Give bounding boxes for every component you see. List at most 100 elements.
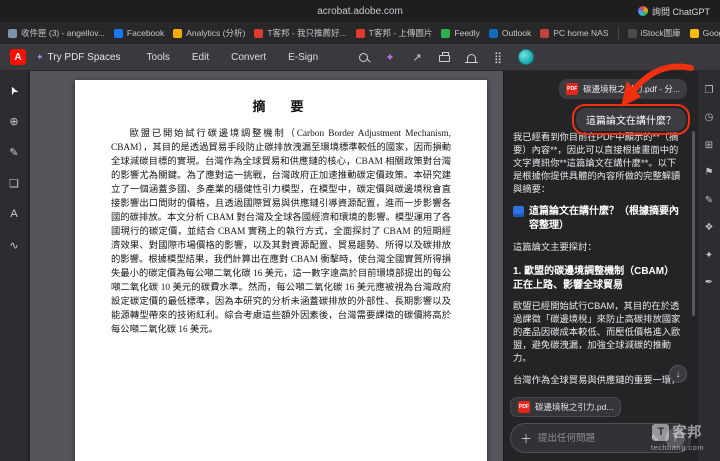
ai-response-lead: 這篇論文主要探討： (513, 242, 597, 252)
bookmark-favicon (173, 28, 183, 38)
bookmark-label: T客邦 - 上傳圖片 (368, 28, 433, 38)
panel-scrollbar[interactable] (692, 131, 695, 316)
edit-panel-icon[interactable]: ✎ (702, 193, 716, 207)
sparkle-icon: ✦ (36, 51, 44, 62)
bookmarks-bar: 收件匣 (3) - angellov... Facebook Analytics… (0, 22, 720, 44)
try-pdf-spaces-button[interactable]: ✦ Try PDF Spaces (36, 52, 121, 63)
bookmark-label: Outlook (501, 28, 532, 38)
bookmark-istock[interactable]: iStock圖庫 (627, 27, 681, 39)
thumbnails-panel-icon[interactable]: ❐ (702, 83, 716, 97)
bookmark-favicon (627, 28, 637, 38)
ai-response-intro: 我已經看到你目前在PDF中顯示的**（摘要）內容**，因此可以直接根據畫面中的文… (513, 132, 681, 194)
pdf-file-icon: PDF (518, 401, 530, 413)
bookmark-label: iStock圖庫 (640, 28, 681, 38)
bookmark-feedly[interactable]: Feedly (441, 28, 480, 38)
bookmark-favicon (113, 28, 123, 38)
menu-esign[interactable]: E-Sign (288, 52, 318, 63)
pdf-page: 摘 要 歐盟已開始試行碳邊境調整機制（Carbon Border Adjustm… (75, 80, 487, 461)
chatgpt-extension-badge[interactable]: 詢問 ChatGPT (637, 0, 710, 22)
point-1-title: 1. 歐盟的碳邊境調整機制（CBAM）正在上路、影響全球貿易 (513, 266, 675, 291)
user-message-bubble: 這篇論文在講什麼？ (576, 108, 686, 131)
ai-response-section-heading: 這篇論文在講什麼？（根據摘要內容整理） (513, 205, 684, 232)
history-icon[interactable]: ◷ (702, 111, 716, 125)
url-text: acrobat.adobe.com (317, 5, 403, 17)
bookmark-favicon (689, 28, 699, 38)
attached-file-chip[interactable]: PDF 碳邊境稅之引力.pdf - 分... (559, 79, 687, 99)
apps-grid-icon[interactable]: ⣿ (491, 50, 505, 64)
comment-tool-icon[interactable]: ❏ (5, 174, 23, 192)
bookmark-label: Facebook (126, 28, 165, 38)
bookmark-facebook[interactable]: Facebook (113, 28, 165, 38)
bookmark-inbox[interactable]: 收件匣 (3) - angellov... (8, 27, 105, 39)
annotate-pen-icon[interactable]: ✎ (5, 143, 23, 161)
bookmark-analytics[interactable]: Analytics (分析) (173, 27, 245, 39)
pdf-file-icon: PDF (566, 83, 579, 95)
document-abstract-text: 歐盟已開始試行碳邊境調整機制（Carbon Border Adjustment … (111, 129, 451, 335)
red-annotation-box: 這篇論文在講什麼？ (572, 104, 690, 135)
bookmark-outlook[interactable]: Outlook (488, 28, 532, 38)
bookmark-favicon (441, 28, 451, 38)
toolbar-icons: ✦ ↗ ⣿ (356, 49, 534, 65)
notifications-bell-icon[interactable] (464, 50, 478, 64)
menu-edit[interactable]: Edit (192, 52, 209, 63)
signature-panel-icon[interactable]: ✒ (702, 276, 716, 290)
composer-file-name: 碳邊境稅之引力.pd... (535, 402, 614, 412)
bookmarks-panel-icon[interactable]: ⚑ (702, 166, 716, 180)
blue-book-icon (513, 206, 524, 217)
left-tool-rail: ➤ ⊕ ✎ ❏ A ∿ (0, 71, 29, 461)
point-1-paragraph-2: 台灣作為全球貿易與供應鏈的重要一環，勢必受到影響。 (513, 375, 681, 385)
menu-convert[interactable]: Convert (231, 52, 266, 63)
bookmark-favicon (540, 28, 550, 38)
comments-panel-icon[interactable]: ❖ (702, 221, 716, 235)
share-icon[interactable]: ↗ (410, 50, 424, 64)
acrobat-toolbar: A ✦ Try PDF Spaces Tools Edit Convert E-… (0, 44, 720, 71)
section-title: 這篇論文在講什麼？（根據摘要內容整理） (529, 206, 679, 231)
document-canvas[interactable]: 摘 要 歐盟已開始試行碳邊境調整機制（Carbon Border Adjustm… (30, 71, 503, 461)
bookmark-favicon (8, 28, 17, 38)
document-title: 摘 要 (252, 99, 310, 114)
draw-tool-icon[interactable]: ∿ (5, 236, 23, 254)
scroll-to-bottom-button[interactable]: ↓ (669, 365, 687, 383)
attached-file-name: 碳邊境稅之引力.pdf - 分... (583, 84, 680, 94)
question-input[interactable] (538, 432, 645, 444)
menu-tools[interactable]: Tools (147, 52, 170, 63)
bookmark-label: Feedly (454, 28, 480, 38)
try-pdf-spaces-label: Try PDF Spaces (47, 51, 121, 63)
techbang-watermark: T 客邦 techbang.com (651, 422, 704, 452)
screen: acrobat.adobe.com 詢問 ChatGPT 收件匣 (3) - a… (0, 0, 720, 461)
apps-panel-icon[interactable]: ⊞ (702, 138, 716, 152)
techbang-domain: techbang.com (650, 443, 704, 452)
bookmark-label: Analytics (分析) (186, 28, 246, 38)
ai-response: 我已經看到你目前在PDF中顯示的**（摘要）內容**，因此可以直接根據畫面中的文… (513, 131, 684, 387)
chatgpt-extension-icon (637, 6, 648, 16)
text-tool-icon[interactable]: A (5, 205, 23, 223)
bookmark-favicon (355, 28, 365, 38)
bookmark-techbang-1[interactable]: T客邦 - 我只推薦好... (254, 27, 347, 39)
acrobat-logo-icon[interactable]: A (10, 49, 26, 65)
ai-assistant-icon[interactable]: ✦ (383, 50, 397, 64)
ai-assistant-panel: PDF 碳邊境稅之引力.pdf - 分... 這篇論文在講什麼？ 我已經看到你目… (503, 63, 697, 461)
bookmark-favicon (254, 28, 264, 38)
techbang-brand-name: 客邦 (672, 424, 703, 440)
select-tool-icon[interactable]: ➤ (5, 81, 23, 99)
right-tool-rail: ❐ ◷ ⊞ ⚑ ✎ ❖ ✦ ✒ (697, 71, 720, 461)
browser-topbar: acrobat.adobe.com 詢問 ChatGPT (0, 0, 720, 22)
point-1-paragraph-1: 歐盟已經開始試行CBAM，其目的在於透過課徵「碳邊境稅」來防止高碳排放國家的產品… (513, 301, 681, 363)
zoom-tool-icon[interactable]: ⊕ (5, 112, 23, 130)
search-icon[interactable] (356, 50, 370, 64)
bookmark-google-ads[interactable]: Google Ads - 數位刊... (689, 27, 720, 39)
add-attachment-icon[interactable]: ＋ (520, 430, 532, 447)
print-icon[interactable] (437, 50, 451, 64)
bookmark-techbang-2[interactable]: T客邦 - 上傳圖片 (355, 27, 433, 39)
bookmark-label: 收件匣 (3) - angellov... (21, 28, 105, 38)
composer-file-chip[interactable]: PDF 碳邊境稅之引力.pd... (510, 397, 622, 417)
bookmark-label: Google Ads - 數位刊... (702, 28, 720, 38)
profile-avatar[interactable] (518, 49, 534, 65)
toolbar-menu: Tools Edit Convert E-Sign (147, 52, 319, 63)
techbang-logo-icon: T (652, 423, 670, 441)
bookmark-pchome-nas[interactable]: PC home NAS (540, 28, 609, 38)
bookmark-label: T客邦 - 我只推薦好... (267, 28, 347, 38)
address-bar[interactable]: acrobat.adobe.com (317, 0, 403, 22)
chatgpt-extension-label: 詢問 ChatGPT (651, 6, 710, 17)
ai-panel-icon[interactable]: ✦ (702, 248, 716, 262)
